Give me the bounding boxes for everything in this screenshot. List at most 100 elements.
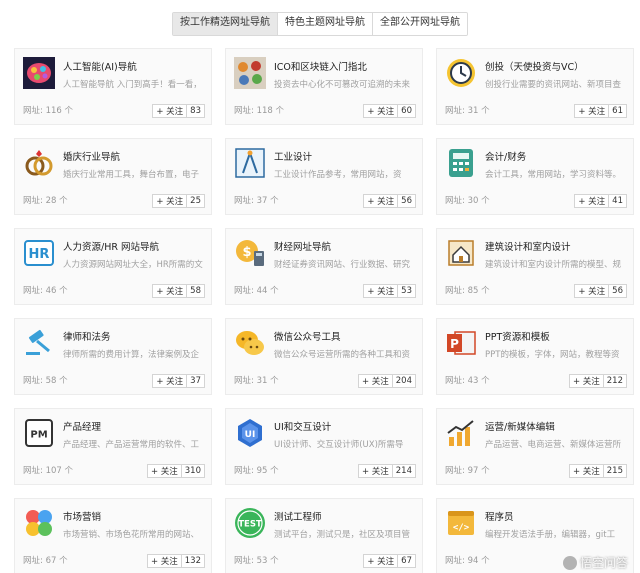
card-title[interactable]: 律师和法务 bbox=[63, 329, 205, 343]
card-title[interactable]: 产品经理 bbox=[63, 419, 205, 433]
nav-card[interactable]: P PPT资源和模板 PPT的模板，字体，网站，教程等资 网址: 43 个 + 关注 21… bbox=[436, 318, 634, 395]
follow-button[interactable]: + 关注 25 bbox=[152, 194, 205, 208]
card-url-count: 网址: 58 个 bbox=[23, 376, 68, 386]
calculator-icon bbox=[445, 147, 477, 179]
card-title[interactable]: 市场营销 bbox=[63, 509, 205, 523]
follow-label: + 关注 bbox=[156, 377, 184, 387]
hr-icon: HR bbox=[23, 237, 55, 269]
card-title[interactable]: 人力资源/HR 网站导航 bbox=[63, 239, 205, 253]
tab-all-public[interactable]: 全部公开网址导航 bbox=[373, 13, 467, 35]
card-title[interactable]: UI和交互设计 bbox=[274, 419, 416, 433]
card-description: 投资去中心化不可篡改可追溯的未来 bbox=[274, 80, 411, 90]
card-url-count: 网址: 37 个 bbox=[234, 196, 279, 206]
nav-card[interactable]: 会计/财务 会计工具，常用网站，学习资料等。 网址: 30 个 + 关注 41 bbox=[436, 138, 634, 215]
follow-button[interactable]: + 关注 37 bbox=[152, 374, 205, 388]
follow-label: + 关注 bbox=[572, 377, 600, 387]
card-url-count: 网址: 28 个 bbox=[23, 196, 68, 206]
card-title[interactable]: 财经网址导航 bbox=[274, 239, 416, 253]
follow-label: + 关注 bbox=[150, 557, 178, 567]
card-description: 测试平台，测试只是，社区及项目管 bbox=[274, 530, 411, 540]
card-title[interactable]: 工业设计 bbox=[274, 149, 416, 163]
follow-button[interactable]: + 关注 132 bbox=[146, 554, 205, 568]
nav-card[interactable]: 运营/新媒体编辑 产品运营、电商运营、新媒体运营所 网址: 97 个 + 关注 215 bbox=[436, 408, 634, 485]
card-title[interactable]: 运营/新媒体编辑 bbox=[485, 419, 627, 433]
card-url-count: 网址: 44 个 bbox=[234, 286, 279, 296]
follow-count: 204 bbox=[391, 375, 415, 387]
card-description: 财经证券资讯网站、行业数据、研究 bbox=[274, 260, 411, 270]
card-url-count: 网址: 118 个 bbox=[234, 106, 284, 116]
card-title[interactable]: 建筑设计和室内设计 bbox=[485, 239, 627, 253]
follow-label: + 关注 bbox=[578, 107, 606, 117]
nav-card[interactable]: 婚庆行业导航婚庆行业常用工具，舞台布置，电子网址: 28 个 + 关注 25 bbox=[14, 138, 212, 215]
follow-button[interactable]: + 关注 56 bbox=[363, 194, 416, 208]
card-url-count: 网址: 107 个 bbox=[23, 466, 73, 476]
watermark: 悟空问答 bbox=[562, 554, 628, 571]
follow-label: + 关注 bbox=[367, 107, 395, 117]
card-title[interactable]: PPT资源和模板 bbox=[485, 329, 627, 343]
card-url-count: 网址: 85 个 bbox=[445, 286, 490, 296]
follow-button[interactable]: + 关注 212 bbox=[568, 374, 627, 388]
card-url-count: 网址: 30 个 bbox=[445, 196, 490, 206]
follow-count: 310 bbox=[180, 465, 204, 477]
follow-label: + 关注 bbox=[156, 197, 184, 207]
nav-card[interactable]: 市场营销 市场营销、市场色花所常用的网站、 网址: 67 个 + 关注 132 bbox=[14, 498, 212, 573]
card-title[interactable]: 创投（天使投资与VC） bbox=[485, 59, 627, 73]
follow-button[interactable]: + 关注 56 bbox=[574, 284, 627, 298]
nav-card[interactable]: 人工智能(AI)导航 人工智能导航 入门到高手！看一看， 网址: 116 个 + 关注… bbox=[14, 48, 212, 125]
drafting-compass-icon bbox=[234, 147, 266, 179]
nav-card[interactable]: PM 产品经理 产品经理、产品运营常用的软件、工 网址: 107 个 + 关注 310 bbox=[14, 408, 212, 485]
card-description: PPT的模板，字体，网站，教程等资 bbox=[485, 350, 620, 360]
nav-card[interactable]: 建筑设计和室内设计 建筑设计和室内设计所需的模型、规 网址: 85 个 + 关注 56 bbox=[436, 228, 634, 305]
card-url-count: 网址: 116 个 bbox=[23, 106, 73, 116]
nav-card[interactable]: 工业设计 工业设计作品参考，常用网站，资 网址: 37 个 + 关注 56 bbox=[225, 138, 423, 215]
follow-button[interactable]: + 关注 61 bbox=[574, 104, 627, 118]
follow-button[interactable]: + 关注 67 bbox=[363, 554, 416, 568]
card-grid: 人工智能(AI)导航 人工智能导航 入门到高手！看一看， 网址: 116 个 + 关注… bbox=[14, 48, 634, 573]
follow-button[interactable]: + 关注 58 bbox=[152, 284, 205, 298]
follow-button[interactable]: + 关注 83 bbox=[152, 104, 205, 118]
nav-card[interactable]: TEST 测试工程师 测试平台，测试只是，社区及项目管 网址: 53 个 + 关注 67 bbox=[225, 498, 423, 573]
nav-card[interactable]: 创投（天使投资与VC） 创投行业需要的资讯网站、新项目查 网址: 31 个 + 关注 6… bbox=[436, 48, 634, 125]
follow-label: + 关注 bbox=[361, 467, 389, 477]
bar-chart-icon bbox=[445, 417, 477, 449]
nav-card[interactable]: 微信公众号工具 微信公众号运营所需的各种工具和资 网址: 31 个 + 关注 204 bbox=[225, 318, 423, 395]
card-title[interactable]: 微信公众号工具 bbox=[274, 329, 416, 343]
card-title[interactable]: 会计/财务 bbox=[485, 149, 627, 163]
blockchain-icon bbox=[234, 57, 266, 89]
card-url-count: 网址: 94 个 bbox=[445, 556, 490, 566]
card-title[interactable]: 人工智能(AI)导航 bbox=[63, 59, 205, 73]
nav-card[interactable]: ICO和区块链入门指北投资去中心化不可篡改可追溯的未来网址: 118 个 + 关注… bbox=[225, 48, 423, 125]
follow-button[interactable]: + 关注 53 bbox=[363, 284, 416, 298]
nav-card[interactable]: HR 人力资源/HR 网站导航 人力资源网站网址大全，HR所需的文 网址: 46 个 +… bbox=[14, 228, 212, 305]
follow-label: + 关注 bbox=[150, 467, 178, 477]
follow-button[interactable]: + 关注 215 bbox=[568, 464, 627, 478]
investment-clock-icon bbox=[445, 57, 477, 89]
card-description: 婚庆行业常用工具，舞台布置，电子 bbox=[63, 170, 200, 180]
svg-text:PM: PM bbox=[30, 430, 47, 441]
follow-count: 132 bbox=[180, 555, 204, 567]
card-title[interactable]: 测试工程师 bbox=[274, 509, 416, 523]
clover-icon bbox=[23, 507, 55, 539]
nav-card[interactable]: $ 财经网址导航 财经证券资讯网站、行业数据、研究 网址: 44 个 + 关注 53 bbox=[225, 228, 423, 305]
card-title[interactable]: 程序员 bbox=[485, 509, 627, 523]
card-title[interactable]: ICO和区块链入门指北 bbox=[274, 59, 416, 73]
card-description: UI设计师、交互设计师(UX)所需导 bbox=[274, 440, 404, 450]
tab-curated-by-work[interactable]: 按工作精选网址导航 bbox=[173, 13, 278, 35]
nav-card[interactable]: UI UI和交互设计 UI设计师、交互设计师(UX)所需导 网址: 95 个 + 关注 2… bbox=[225, 408, 423, 485]
nav-card[interactable]: 律师和法务 律师所需的费用计算，法律案例及企 网址: 58 个 + 关注 37 bbox=[14, 318, 212, 395]
follow-label: + 关注 bbox=[156, 107, 184, 117]
card-title[interactable]: 婚庆行业导航 bbox=[63, 149, 205, 163]
brain-icon bbox=[23, 57, 55, 89]
follow-button[interactable]: + 关注 204 bbox=[357, 374, 416, 388]
tab-featured-topics[interactable]: 特色主题网址导航 bbox=[278, 13, 373, 35]
gavel-icon bbox=[23, 327, 55, 359]
follow-count: 215 bbox=[602, 465, 626, 477]
follow-label: + 关注 bbox=[578, 197, 606, 207]
tab-group: 按工作精选网址导航 特色主题网址导航 全部公开网址导航 bbox=[172, 12, 468, 36]
follow-button[interactable]: + 关注 310 bbox=[146, 464, 205, 478]
follow-count: 83 bbox=[186, 105, 204, 117]
watermark-text: 悟空问答 bbox=[579, 556, 628, 570]
follow-button[interactable]: + 关注 214 bbox=[357, 464, 416, 478]
follow-button[interactable]: + 关注 41 bbox=[574, 194, 627, 208]
follow-button[interactable]: + 关注 60 bbox=[363, 104, 416, 118]
